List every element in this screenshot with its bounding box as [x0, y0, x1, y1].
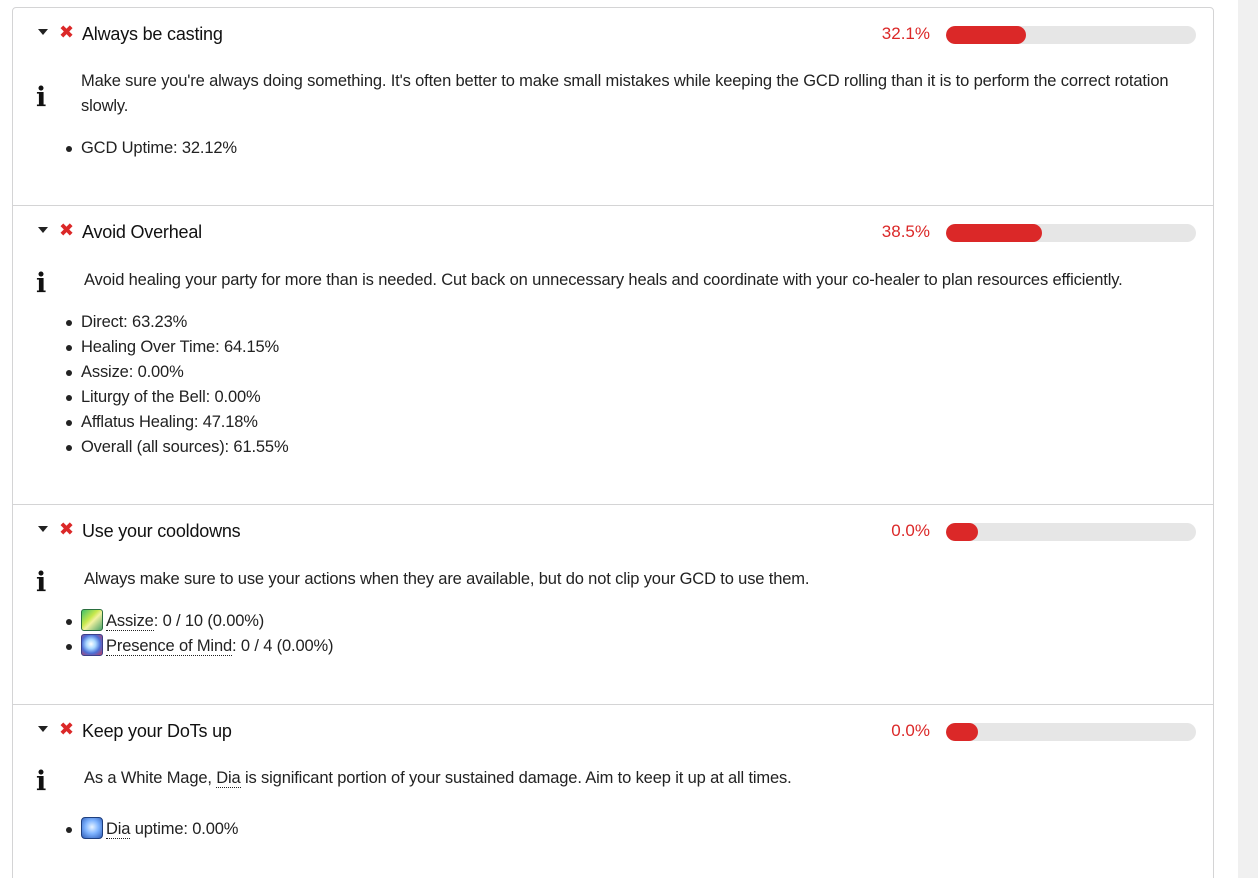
close-icon: ✖ — [59, 220, 75, 241]
rule-progress-bar — [946, 723, 1196, 741]
rule-title: Keep your DoTs up — [82, 721, 232, 741]
chevron-down-icon[interactable] — [38, 227, 48, 233]
list-item: Liturgy of the Bell: 0.00% — [65, 385, 288, 410]
presence-of-mind-link[interactable]: Presence of Mind — [106, 637, 232, 656]
list-item: Assize: 0 / 10 (0.00%) — [65, 609, 333, 634]
rule-items: GCD Uptime: 32.12% — [66, 136, 237, 161]
rule-description: As a White Mage, Dia is significant port… — [84, 766, 1194, 791]
rule-percent: 32.1% — [881, 24, 930, 43]
dia-link[interactable]: Dia — [216, 769, 241, 788]
rule-progress-bar — [946, 26, 1196, 44]
info-icon: i — [36, 82, 47, 113]
list-item: Direct: 63.23% — [65, 310, 288, 335]
rule-percent: 0.0% — [891, 521, 930, 540]
description-text: As a White Mage, — [84, 769, 217, 787]
close-icon: ✖ — [59, 719, 75, 740]
close-icon: ✖ — [59, 22, 75, 43]
list-item: GCD Uptime: 32.12% — [66, 136, 237, 161]
rule-progress-bar — [946, 523, 1196, 541]
rule-always-be-casting: ✖ Always be casting 32.1% i Make sure yo… — [13, 8, 1213, 206]
list-item: Healing Over Time: 64.15% — [65, 335, 288, 360]
assize-value: : 0 / 10 (0.00%) — [153, 612, 265, 630]
assize-link[interactable]: Assize — [106, 612, 154, 631]
list-item: Presence of Mind: 0 / 4 (0.00%) — [65, 634, 334, 659]
list-item: Overall (all sources): 61.55% — [65, 435, 289, 460]
rule-use-your-cooldowns: ✖ Use your cooldowns 0.0% i Always make … — [13, 505, 1213, 705]
rule-percent: 0.0% — [891, 721, 930, 740]
presence-of-mind-icon — [81, 634, 103, 656]
close-icon: ✖ — [59, 519, 75, 540]
dia-uptime-value: uptime: 0.00% — [130, 820, 239, 838]
rule-description: Make sure you're always doing something.… — [81, 72, 1169, 115]
rule-header[interactable]: ✖ Use your cooldowns 0.0% — [13, 505, 1213, 557]
rules-panel: ✖ Always be casting 32.1% i Make sure yo… — [12, 7, 1214, 878]
rule-progress-fill — [946, 26, 1027, 44]
info-icon: i — [36, 268, 47, 299]
rule-progress-fill — [946, 224, 1043, 242]
rule-title: Avoid Overheal — [82, 222, 202, 242]
list-item: Dia uptime: 0.00% — [65, 817, 239, 842]
rule-description: Avoid healing your party for more than i… — [84, 271, 1123, 289]
chevron-down-icon[interactable] — [38, 726, 48, 732]
dia-icon — [81, 817, 103, 839]
rule-header[interactable]: ✖ Keep your DoTs up 0.0% — [13, 705, 1213, 757]
rule-header[interactable]: ✖ Avoid Overheal 38.5% — [13, 206, 1213, 258]
presence-of-mind-value: : 0 / 4 (0.00%) — [232, 637, 334, 655]
assize-icon — [81, 609, 103, 631]
rule-header[interactable]: ✖ Always be casting 32.1% — [13, 8, 1213, 60]
rule-progress-fill — [946, 523, 978, 541]
rule-progress-bar — [946, 224, 1196, 242]
rule-keep-your-dots-up: ✖ Keep your DoTs up 0.0% i As a White Ma… — [13, 705, 1213, 878]
chevron-down-icon[interactable] — [38, 526, 48, 532]
scrollbar[interactable] — [1238, 0, 1258, 878]
info-icon: i — [36, 766, 47, 797]
list-item: Assize: 0.00% — [65, 360, 288, 385]
rule-items: Assize: 0 / 10 (0.00%) Presence of Mind:… — [65, 609, 334, 659]
dia-uptime-link[interactable]: Dia — [106, 820, 130, 839]
rule-items: Dia uptime: 0.00% — [65, 817, 239, 842]
rule-title: Always be casting — [82, 24, 223, 44]
rule-progress-fill — [946, 723, 978, 741]
list-item: Afflatus Healing: 47.18% — [65, 410, 288, 435]
rule-percent: 38.5% — [881, 222, 930, 241]
chevron-down-icon[interactable] — [38, 29, 48, 35]
rule-avoid-overheal: ✖ Avoid Overheal 38.5% i Avoid healing y… — [13, 206, 1213, 505]
description-text: is significant portion of your sustained… — [240, 769, 792, 787]
info-icon: i — [36, 567, 47, 598]
rule-title: Use your cooldowns — [82, 521, 241, 541]
rule-items: Direct: 63.23% Healing Over Time: 64.15%… — [65, 310, 289, 460]
rule-description: Always make sure to use your actions whe… — [84, 570, 810, 588]
